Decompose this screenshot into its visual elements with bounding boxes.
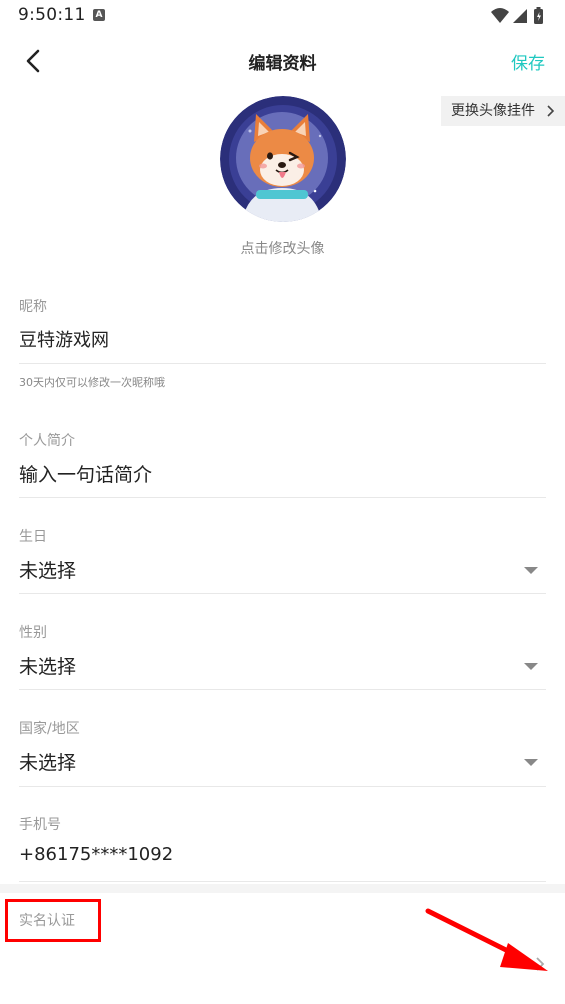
region-label: 国家/地区: [19, 721, 80, 737]
gender-field[interactable]: 性别 未选择: [19, 622, 546, 692]
page-title: 编辑资料: [248, 54, 317, 74]
annotation-highlight-box: [5, 899, 101, 942]
birthday-label: 生日: [19, 529, 47, 545]
gender-select[interactable]: 未选择: [19, 652, 76, 679]
section-separator: [0, 884, 565, 893]
signal-icon: [513, 9, 527, 23]
phone-label: 手机号: [19, 817, 61, 833]
bio-label: 个人简介: [19, 433, 75, 449]
divider: [19, 497, 546, 498]
phone-field[interactable]: 手机号 +86175****1092: [19, 814, 546, 884]
birthday-field[interactable]: 生日 未选择: [19, 526, 546, 596]
wifi-icon: [491, 8, 509, 23]
change-avatar-pendant-button[interactable]: 更换头像挂件: [441, 96, 565, 126]
shiba-dog-avatar-image: [220, 96, 346, 222]
avatar-hint: 点击修改头像: [240, 241, 325, 257]
pendant-button-label: 更换头像挂件: [451, 103, 535, 119]
divider: [19, 881, 546, 882]
divider: [19, 593, 546, 594]
dropdown-triangle-icon[interactable]: [524, 759, 538, 766]
bio-field: 个人简介 输入一句话简介: [19, 430, 546, 500]
birthday-select[interactable]: 未选择: [19, 556, 76, 583]
nickname-input[interactable]: 豆特游戏网: [19, 326, 109, 352]
nickname-field: 昵称 豆特游戏网 30天内仅可以修改一次昵称哦: [19, 296, 546, 396]
status-time: 9:50:11: [18, 5, 86, 25]
nickname-label: 昵称: [19, 299, 47, 315]
annotation-arrow-icon: [425, 908, 548, 971]
divider: [19, 786, 546, 787]
divider: [19, 689, 546, 690]
bio-input[interactable]: 输入一句话简介: [19, 460, 152, 487]
dropdown-triangle-icon[interactable]: [524, 567, 538, 574]
nickname-note: 30天内仅可以修改一次昵称哦: [19, 376, 165, 389]
battery-icon: [534, 7, 543, 24]
save-button[interactable]: 保存: [511, 49, 545, 74]
avatar[interactable]: [220, 96, 346, 222]
phone-value[interactable]: +86175****1092: [19, 844, 173, 865]
chevron-right-icon: [547, 105, 555, 117]
edit-profile-screen: 9:50:11 A 编辑资料 保存 更换头像挂件 点击修改头像 昵称 豆特游戏网…: [0, 0, 565, 1004]
region-field[interactable]: 国家/地区 未选择: [19, 718, 546, 788]
region-select[interactable]: 未选择: [19, 748, 76, 775]
divider: [19, 363, 546, 364]
top-bar: 编辑资料 保存: [0, 32, 565, 88]
dropdown-triangle-icon[interactable]: [524, 663, 538, 670]
status-bar: 9:50:11 A: [0, 0, 565, 32]
system-status-icons: [491, 7, 543, 24]
gender-label: 性别: [19, 625, 47, 641]
notification-icon: A: [93, 9, 105, 21]
